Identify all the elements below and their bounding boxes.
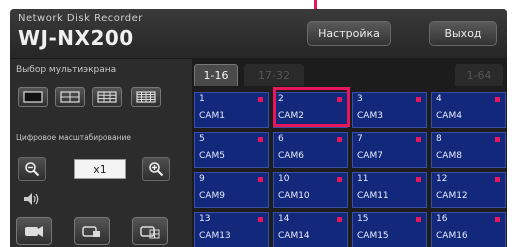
camera-label: CAM12 <box>436 191 468 201</box>
camera-number: 12 <box>436 174 448 184</box>
camera-label: CAM13 <box>199 231 231 241</box>
sequence-camera-icon <box>25 226 43 237</box>
tab-bar: 1-16 17-32 1-64 <box>192 62 507 88</box>
camera-tile[interactable]: 3 CAM3 <box>352 92 427 128</box>
camera-status-indicator <box>337 177 342 182</box>
camera-tile[interactable]: 12 CAM12 <box>431 172 506 208</box>
app-subtitle: Network Disk Recorder <box>18 13 143 24</box>
camera-status-indicator <box>337 217 342 222</box>
camera-number: 9 <box>199 174 205 184</box>
camera-number: 5 <box>199 134 205 144</box>
camera-label: CAM9 <box>199 191 225 201</box>
camera-tile[interactable]: 8 CAM8 <box>431 132 506 168</box>
layout-16-screen-button[interactable] <box>131 87 161 107</box>
camera-number: 14 <box>278 214 290 224</box>
camera-number: 4 <box>436 94 442 104</box>
exit-button[interactable]: Выход <box>429 21 497 46</box>
camera-number: 7 <box>357 134 363 144</box>
camera-number: 13 <box>199 214 211 224</box>
camera-label: CAM1 <box>199 111 225 121</box>
layout-section-label: Выбор мультиэкрана <box>16 65 117 75</box>
zoom-in-icon <box>149 162 164 177</box>
camera-tile[interactable]: 10 CAM10 <box>273 172 348 208</box>
zoom-in-button[interactable] <box>142 157 170 181</box>
camera-status-indicator <box>258 97 263 102</box>
tab-cameras-1-64[interactable]: 1-64 <box>455 64 503 86</box>
camera-status-indicator <box>258 137 263 142</box>
camera-label: CAM14 <box>278 231 310 241</box>
camera-status-indicator <box>495 97 500 102</box>
nine-screen-icon <box>97 91 117 103</box>
camera-status-indicator <box>416 137 421 142</box>
camera-tile[interactable]: 13 CAM13 <box>194 212 269 247</box>
camera-number: 6 <box>278 134 284 144</box>
camera-number: 10 <box>278 174 290 184</box>
camera-tile[interactable]: 11 CAM11 <box>352 172 427 208</box>
camera-tile[interactable]: 14 CAM14 <box>273 212 348 247</box>
camera-tile[interactable]: 16 CAM16 <box>431 212 506 247</box>
camera-status-indicator <box>258 177 263 182</box>
sequence-4-button[interactable] <box>74 217 110 245</box>
camera-label: CAM8 <box>436 151 462 161</box>
camera-tile[interactable]: 9 CAM9 <box>194 172 269 208</box>
camera-label: CAM10 <box>278 191 310 201</box>
zoom-out-icon <box>25 162 40 177</box>
quad-screen-icon <box>60 91 80 103</box>
camera-number: 1 <box>199 94 205 104</box>
camera-tile[interactable]: 4 CAM4 <box>431 92 506 128</box>
camera-status-indicator <box>495 217 500 222</box>
camera-status-indicator <box>495 177 500 182</box>
sequence-grid-icon <box>140 226 160 239</box>
layout-4-screen-button[interactable] <box>55 87 85 107</box>
camera-status-indicator <box>416 177 421 182</box>
camera-tile[interactable]: 5 CAM5 <box>194 132 269 168</box>
camera-label: CAM7 <box>357 151 383 161</box>
recorder-window: Network Disk Recorder WJ-NX200 Настройка… <box>10 9 507 247</box>
tab-cameras-17-32[interactable]: 17-32 <box>244 64 304 86</box>
camera-label: CAM16 <box>436 231 468 241</box>
camera-tile[interactable]: 1 CAM1 <box>194 92 269 128</box>
camera-grid: 1 CAM1 2 CAM2 3 CAM3 4 CAM4 5 CAM5 6 CAM6 7 CAM7 8 CAM8… <box>194 89 507 247</box>
sequence-quad-icon <box>82 226 100 237</box>
camera-number: 16 <box>436 214 448 224</box>
layout-1-screen-button[interactable] <box>18 87 48 107</box>
camera-label: CAM3 <box>357 111 383 121</box>
highlight-frame-cam2 <box>273 87 350 127</box>
camera-number: 8 <box>436 134 442 144</box>
app-title: WJ-NX200 <box>18 26 134 50</box>
camera-tile[interactable]: 15 CAM15 <box>352 212 427 247</box>
title-bar: Network Disk Recorder WJ-NX200 Настройка… <box>10 9 507 59</box>
camera-status-indicator <box>495 137 500 142</box>
control-panel: Выбор мультиэкрана Цифровое масштабирова… <box>10 59 190 247</box>
sequence-1-button[interactable] <box>16 217 52 245</box>
sequence-16-button[interactable] <box>132 217 168 245</box>
camera-status-indicator <box>416 97 421 102</box>
camera-number: 3 <box>357 94 363 104</box>
camera-label: CAM6 <box>278 151 304 161</box>
camera-label: CAM5 <box>199 151 225 161</box>
camera-status-indicator <box>416 217 421 222</box>
camera-tile[interactable]: 7 CAM7 <box>352 132 427 168</box>
sixteen-screen-icon <box>136 91 156 103</box>
zoom-out-button[interactable] <box>18 157 46 181</box>
camera-number: 15 <box>357 214 369 224</box>
single-screen-icon <box>23 91 43 103</box>
settings-button[interactable]: Настройка <box>307 21 391 46</box>
camera-status-indicator <box>258 217 263 222</box>
camera-tile[interactable]: 6 CAM6 <box>273 132 348 168</box>
audio-button[interactable] <box>20 189 44 209</box>
zoom-level-display: x1 <box>74 159 126 179</box>
camera-status-indicator <box>337 137 342 142</box>
tab-cameras-1-16[interactable]: 1-16 <box>194 64 238 86</box>
speaker-icon <box>24 193 39 205</box>
camera-label: CAM4 <box>436 111 462 121</box>
camera-label: CAM15 <box>357 231 389 241</box>
camera-label: CAM11 <box>357 191 389 201</box>
zoom-section-label: Цифровое масштабирование <box>16 133 131 142</box>
camera-number: 11 <box>357 174 369 184</box>
layout-9-screen-button[interactable] <box>92 87 122 107</box>
